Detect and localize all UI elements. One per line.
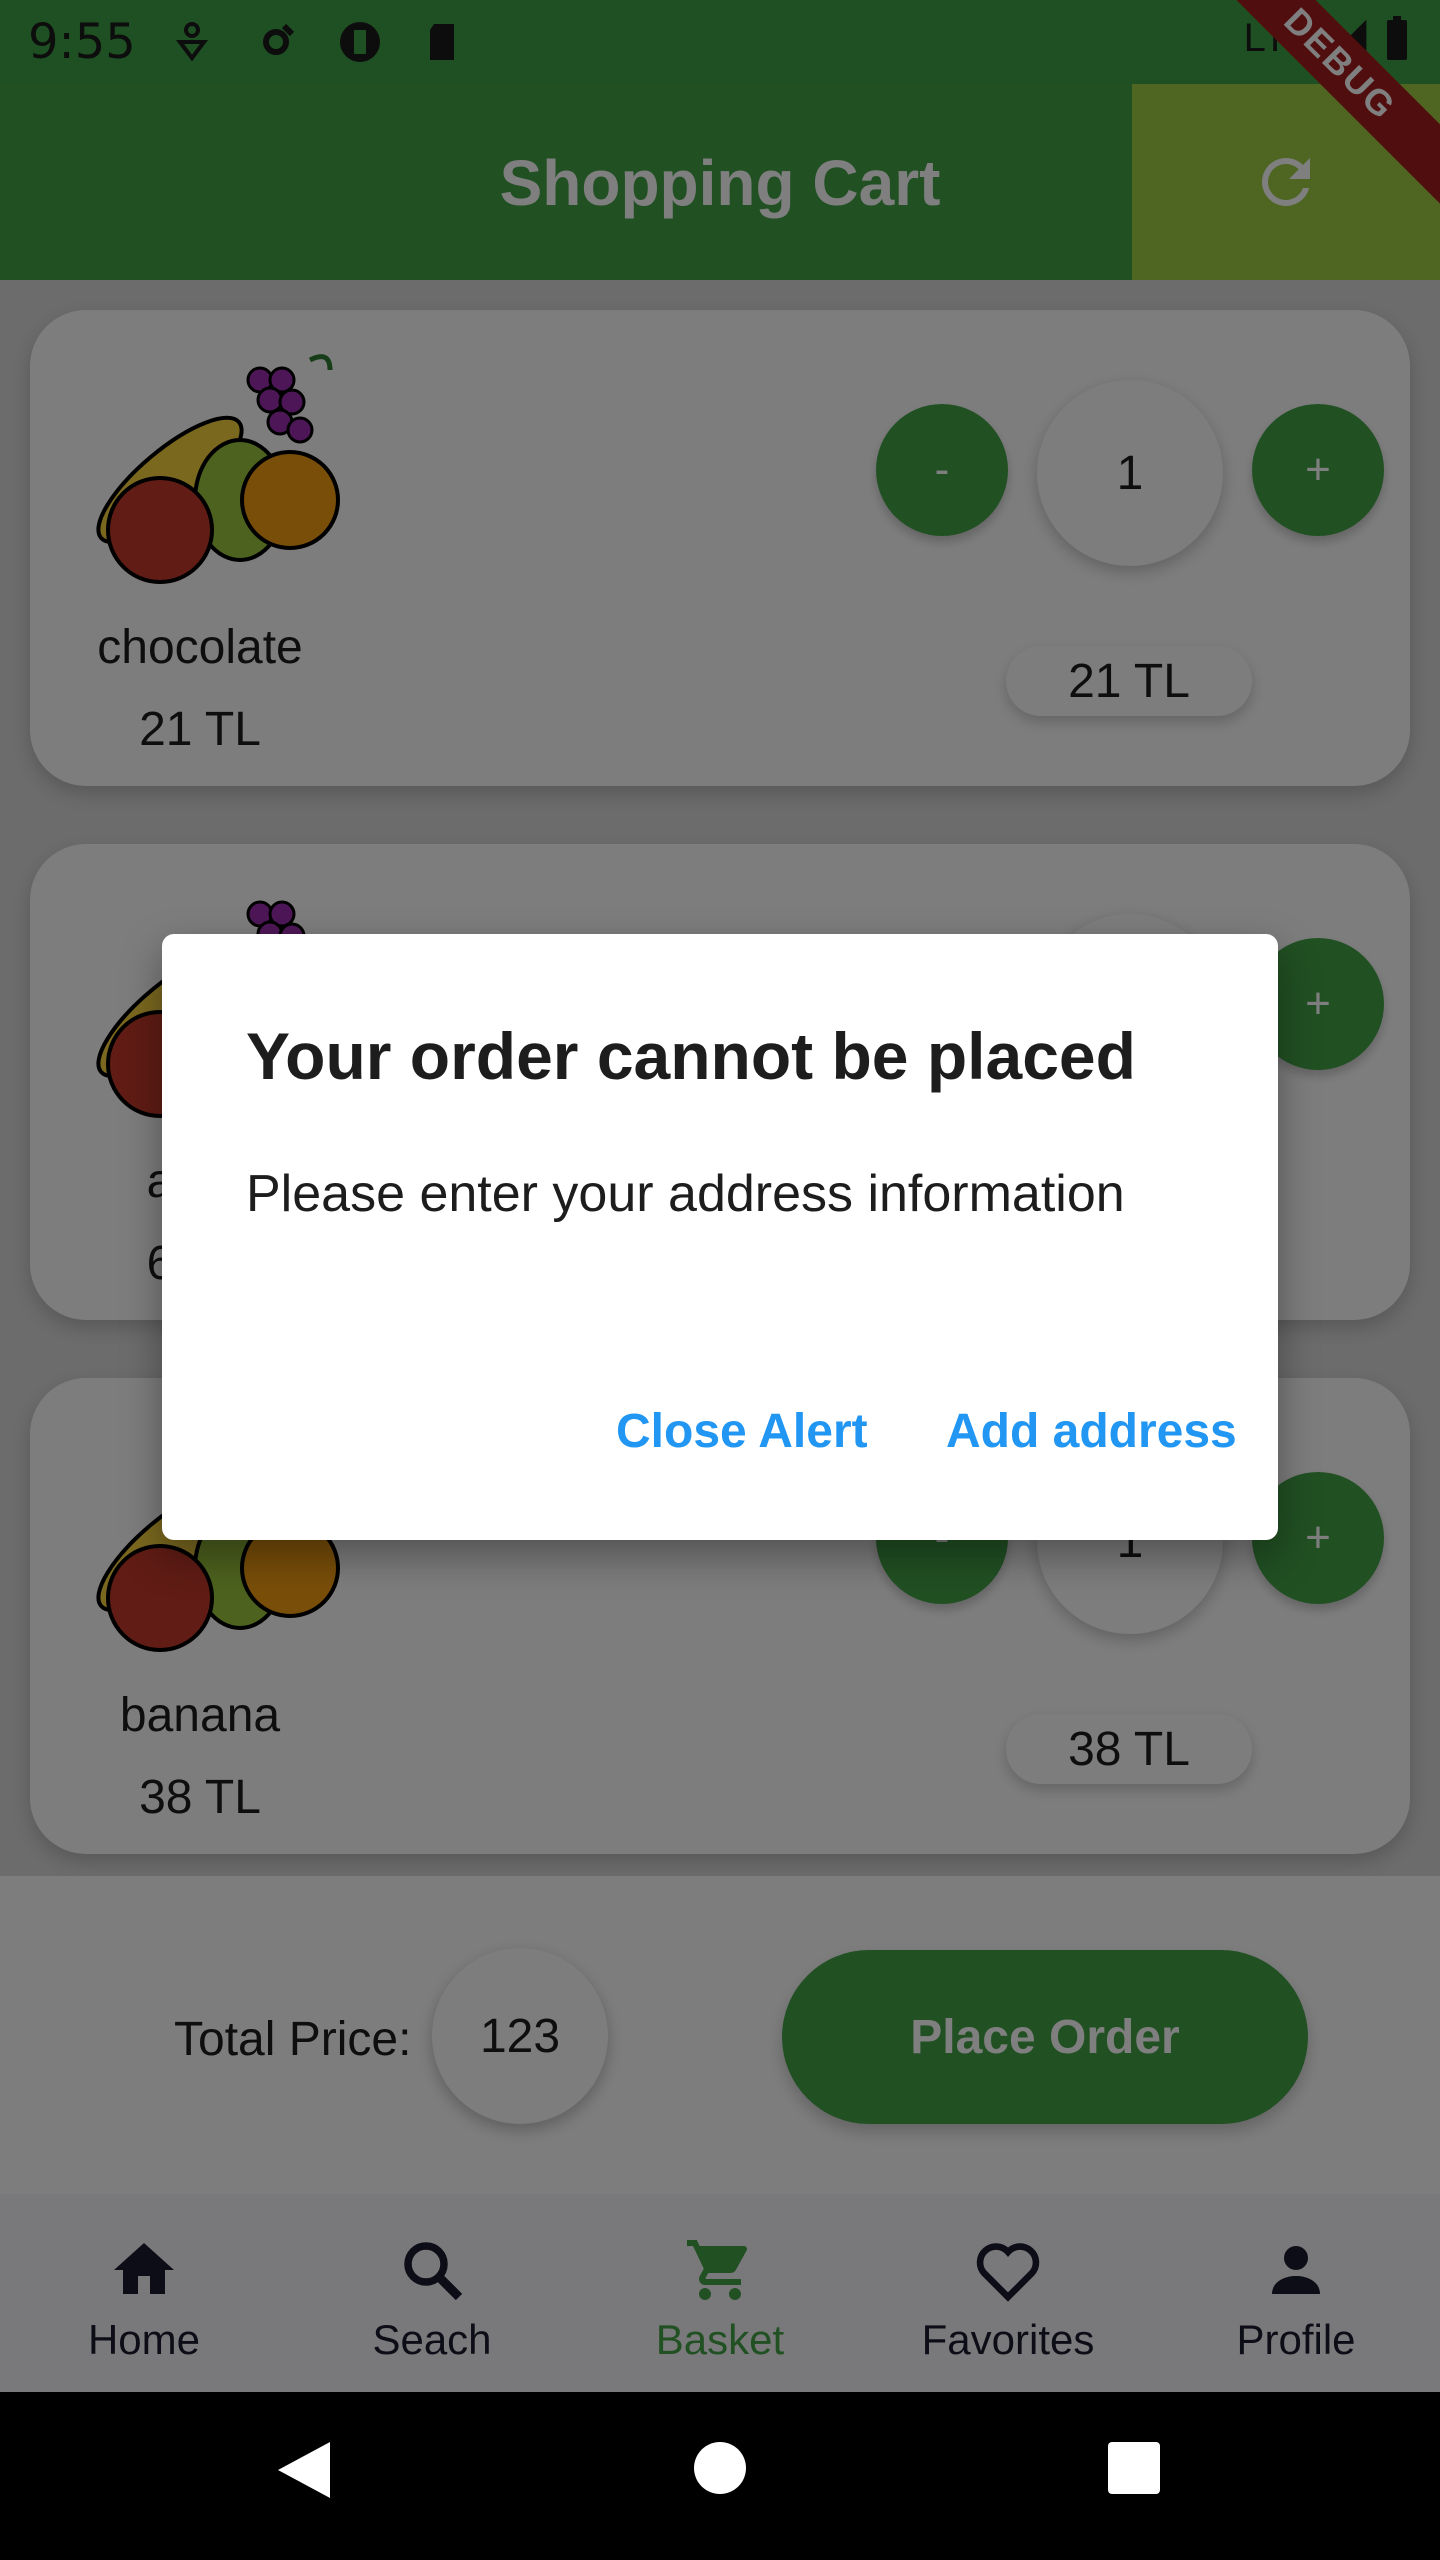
dialog-message: Please enter your address information xyxy=(246,1165,1125,1223)
home-circle-icon[interactable] xyxy=(694,2442,746,2494)
close-alert-button[interactable]: Close Alert xyxy=(616,1404,868,1459)
back-icon[interactable] xyxy=(274,2438,334,2502)
recent-apps-icon[interactable] xyxy=(1108,2442,1160,2494)
add-address-button[interactable]: Add address xyxy=(946,1404,1237,1459)
system-navigation-bar xyxy=(0,2392,1440,2560)
alert-dialog: Your order cannot be placed Please enter… xyxy=(162,934,1278,1540)
dialog-title: Your order cannot be placed xyxy=(246,1019,1136,1093)
